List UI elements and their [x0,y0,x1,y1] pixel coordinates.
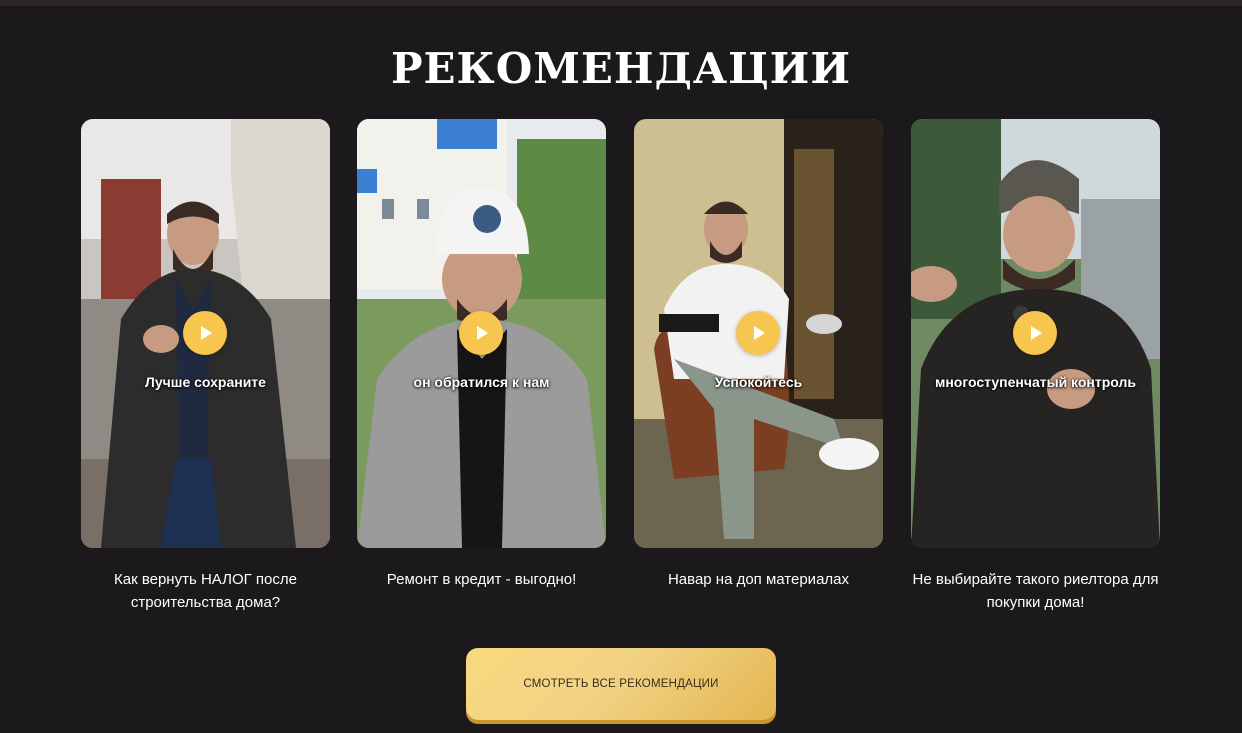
video-card-title[interactable]: Навар на доп материалах [634,568,883,591]
video-card-title[interactable]: Не выбирайте такого риелтора для покупки… [911,568,1160,614]
video-overlay-caption: многоступенчатый контроль [934,374,1137,390]
play-icon [754,326,765,340]
video-overlay-caption: он обратился к нам [413,374,550,390]
video-overlay-caption: Лучше сохраните [145,374,266,390]
video-card-credit-renovation: он обратился к нам Ремонт в кредит - выг… [357,119,606,591]
video-card-tax-return: Лучше сохраните Как вернуть НАЛОГ после … [81,119,330,614]
play-button[interactable] [736,311,780,355]
view-all-recommendations-button[interactable]: СМОТРЕТЬ ВСЕ РЕКОМЕНДАЦИИ [466,648,776,720]
play-button[interactable] [1013,311,1057,355]
video-thumbnail[interactable]: Лучше сохраните [81,119,330,548]
play-button[interactable] [183,311,227,355]
video-card-extra-materials: Успокойтесь Навар на доп материалах [634,119,883,591]
section-title: РЕКОМЕНДАЦИИ [390,43,852,93]
play-icon [477,326,488,340]
video-card-title[interactable]: Как вернуть НАЛОГ после строительства до… [81,568,330,614]
recommendations-section: РЕКОМЕНДАЦИИ Лучше сохраните Как вернуть… [0,0,1242,733]
video-thumbnail[interactable]: многоступенчатый контроль [911,119,1160,548]
top-divider [0,0,1242,6]
video-thumbnail[interactable]: он обратился к нам [357,119,606,548]
play-icon [1031,326,1042,340]
play-button[interactable] [459,311,503,355]
video-thumbnail[interactable]: Успокойтесь [634,119,883,548]
video-cards: Лучше сохраните Как вернуть НАЛОГ после … [81,119,1161,619]
play-icon [201,326,212,340]
video-card-title[interactable]: Ремонт в кредит - выгодно! [357,568,606,591]
video-card-realtor: многоступенчатый контроль Не выбирайте т… [911,119,1160,614]
video-overlay-caption: Успокойтесь [714,374,803,390]
